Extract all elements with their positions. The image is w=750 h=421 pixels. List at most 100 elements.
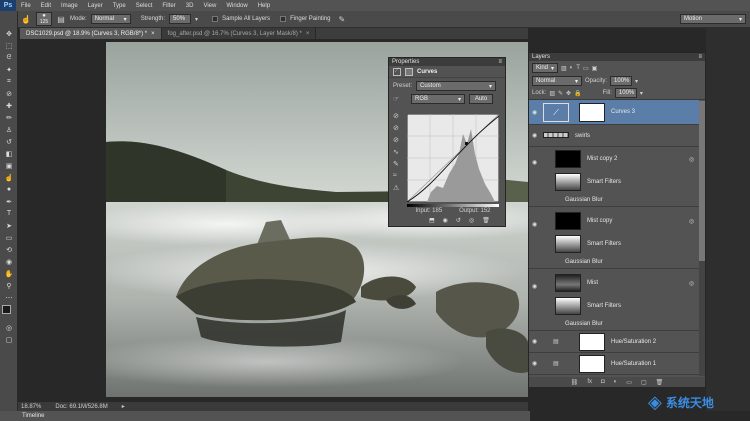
menu-layer[interactable]: Layer [83,3,108,9]
mode-select[interactable]: Normal ▾ [90,14,131,24]
close-icon[interactable]: × [151,31,155,37]
pressure-icon[interactable]: ✎ [338,15,345,24]
trash-icon[interactable]: 🗑 [482,217,490,224]
zoom-level[interactable]: 18.87% [21,404,41,410]
brush-panel-icon[interactable]: ▤ [56,15,66,24]
tab-fog-after[interactable]: fog_after.psd @ 16.7% (Curves 3, Layer M… [161,28,317,39]
scrollbar-thumb[interactable] [699,101,705,261]
gradient-icon[interactable]: ▣ [4,161,14,170]
layer-row-swirls[interactable]: ◉ swirls [529,125,699,147]
add-mask-icon[interactable]: ◘ [601,379,605,385]
adjustment-layer-icon[interactable]: ◐ [614,379,618,385]
smooth-icon[interactable]: ≈ [393,172,403,184]
brush-icon[interactable]: ✏ [4,113,14,122]
link-icon[interactable]: ⛓ [571,379,579,386]
filter-shape-icon[interactable]: ▭ [583,65,589,72]
sample-all-checkbox[interactable] [212,16,219,22]
auto-button[interactable]: Auto [469,94,493,104]
more-tools-icon[interactable]: ⋯ [4,293,14,302]
blend-mode-select[interactable]: Normal ▾ [532,76,582,86]
finger-painting-checkbox[interactable] [280,16,287,22]
layer-row-hue-sat-1[interactable]: ◉ ▤ Hue/Saturation 1 [529,353,699,375]
layer-row-mist-copy[interactable]: ◉ Mist copy ◎ Smart Filters Gaussian Blu… [529,209,699,269]
chevron-right-icon[interactable]: ▸ [122,403,125,410]
layers-scrollbar[interactable] [699,101,705,376]
opacity-input[interactable]: 100% [610,76,633,86]
visibility-eye-icon[interactable]: ◉ [532,338,537,345]
visibility-eye-icon[interactable]: ◉ [532,132,537,139]
menu-file[interactable]: File [16,3,36,9]
menu-view[interactable]: View [198,3,221,9]
chevron-down-icon[interactable]: ▾ [635,78,638,85]
lock-all-icon[interactable]: 🔒 [574,90,581,97]
channel-select[interactable]: RGB ▾ [411,94,465,104]
kind-select[interactable]: Kind ▾ [532,63,558,73]
menu-window[interactable]: Window [221,3,252,9]
panel-menu-icon[interactable]: ≡ [698,54,702,60]
dodge-icon[interactable]: ● [4,185,14,194]
foreground-color-swatch[interactable] [2,305,11,314]
brush-size-picker[interactable]: ● 125 [36,12,52,26]
group-icon[interactable]: ▭ [626,379,632,386]
visibility-eye-icon[interactable]: ◉ [532,159,537,166]
screen-mode-icon[interactable]: ▢ [4,335,14,344]
mask-icon[interactable] [405,67,413,76]
lock-transparent-icon[interactable]: ▨ [549,90,555,97]
shape-icon[interactable]: ▭ [4,233,14,242]
menu-select[interactable]: Select [131,3,158,9]
workspace-select[interactable]: Motion ▾ [680,14,746,24]
timeline-bar[interactable]: Timeline [0,411,530,421]
chevron-down-icon[interactable]: ▾ [195,16,198,23]
chevron-down-icon[interactable]: ▾ [640,90,643,97]
lock-position-icon[interactable]: ✥ [566,90,571,97]
filter-pixel-icon[interactable]: ▨ [561,65,567,72]
visibility-eye-icon[interactable]: ◉ [532,360,537,367]
smudge-tool-icon[interactable]: ☝ [4,173,14,182]
input-value[interactable]: 185 [432,208,442,214]
filter-smart-icon[interactable]: ▣ [592,65,598,72]
history-brush-icon[interactable]: ↺ [4,137,14,146]
menu-image[interactable]: Image [56,3,83,9]
eyedropper-white-icon[interactable]: ⊘ [393,136,403,148]
type-icon[interactable]: T [4,209,14,218]
curves-graph[interactable] [407,114,499,202]
eyedropper-gray-icon[interactable]: ⊘ [393,124,403,136]
visibility-eye-icon[interactable]: ◉ [532,283,537,290]
quick-select-icon[interactable]: ✦ [4,65,14,74]
filter-type-icon[interactable]: T [576,65,580,71]
eyedropper-icon[interactable]: ⊘ [4,89,14,98]
quick-mask-icon[interactable]: ◎ [4,323,14,332]
menu-edit[interactable]: Edit [36,3,56,9]
clip-to-layer-icon[interactable]: ⬒ [429,217,435,224]
output-value[interactable]: 152 [480,208,490,214]
fill-input[interactable]: 100% [614,88,637,98]
move-icon[interactable]: ✥ [4,29,14,38]
eyedropper-black-icon[interactable]: ⊘ [393,112,403,124]
preset-select[interactable]: Custom ▾ [416,81,497,91]
zoom-icon[interactable]: ⚲ [4,281,14,290]
lasso-icon[interactable]: ᘓ [4,53,14,62]
close-icon[interactable]: × [306,31,310,37]
healing-icon[interactable]: ✚ [4,101,14,110]
curves-icon[interactable]: ⟋ [393,67,401,76]
menu-type[interactable]: Type [108,3,131,9]
3d-rotate-icon[interactable]: ⟲ [4,245,14,254]
lock-pixels-icon[interactable]: ✎ [558,90,563,97]
layer-row-hue-sat-2[interactable]: ◉ ▤ Hue/Saturation 2 [529,331,699,353]
visibility-eye-icon[interactable]: ◉ [532,109,537,116]
visibility-eye-icon[interactable]: ◉ [532,221,537,228]
menu-3d[interactable]: 3D [181,3,199,9]
marquee-icon[interactable]: ⬚ [4,41,14,50]
clone-stamp-icon[interactable]: ♙ [4,125,14,134]
eraser-icon[interactable]: ◧ [4,149,14,158]
fx-icon[interactable]: fx [587,379,592,385]
layer-row-mist-copy-2[interactable]: ◉ Mist copy 2 ◎ Smart Filters Gaussian B… [529,147,699,207]
menu-help[interactable]: Help [253,3,275,9]
curve-point-icon[interactable]: ∿ [393,148,403,160]
filter-adjustment-icon[interactable]: ◐ [570,65,574,71]
crop-icon[interactable]: ⌗ [4,77,14,86]
view-previous-icon[interactable]: ◉ [443,217,448,224]
strength-input[interactable]: 50% [169,14,192,24]
warning-icon[interactable]: ⚠ [393,184,403,196]
panel-menu-icon[interactable]: ≡ [498,59,502,65]
